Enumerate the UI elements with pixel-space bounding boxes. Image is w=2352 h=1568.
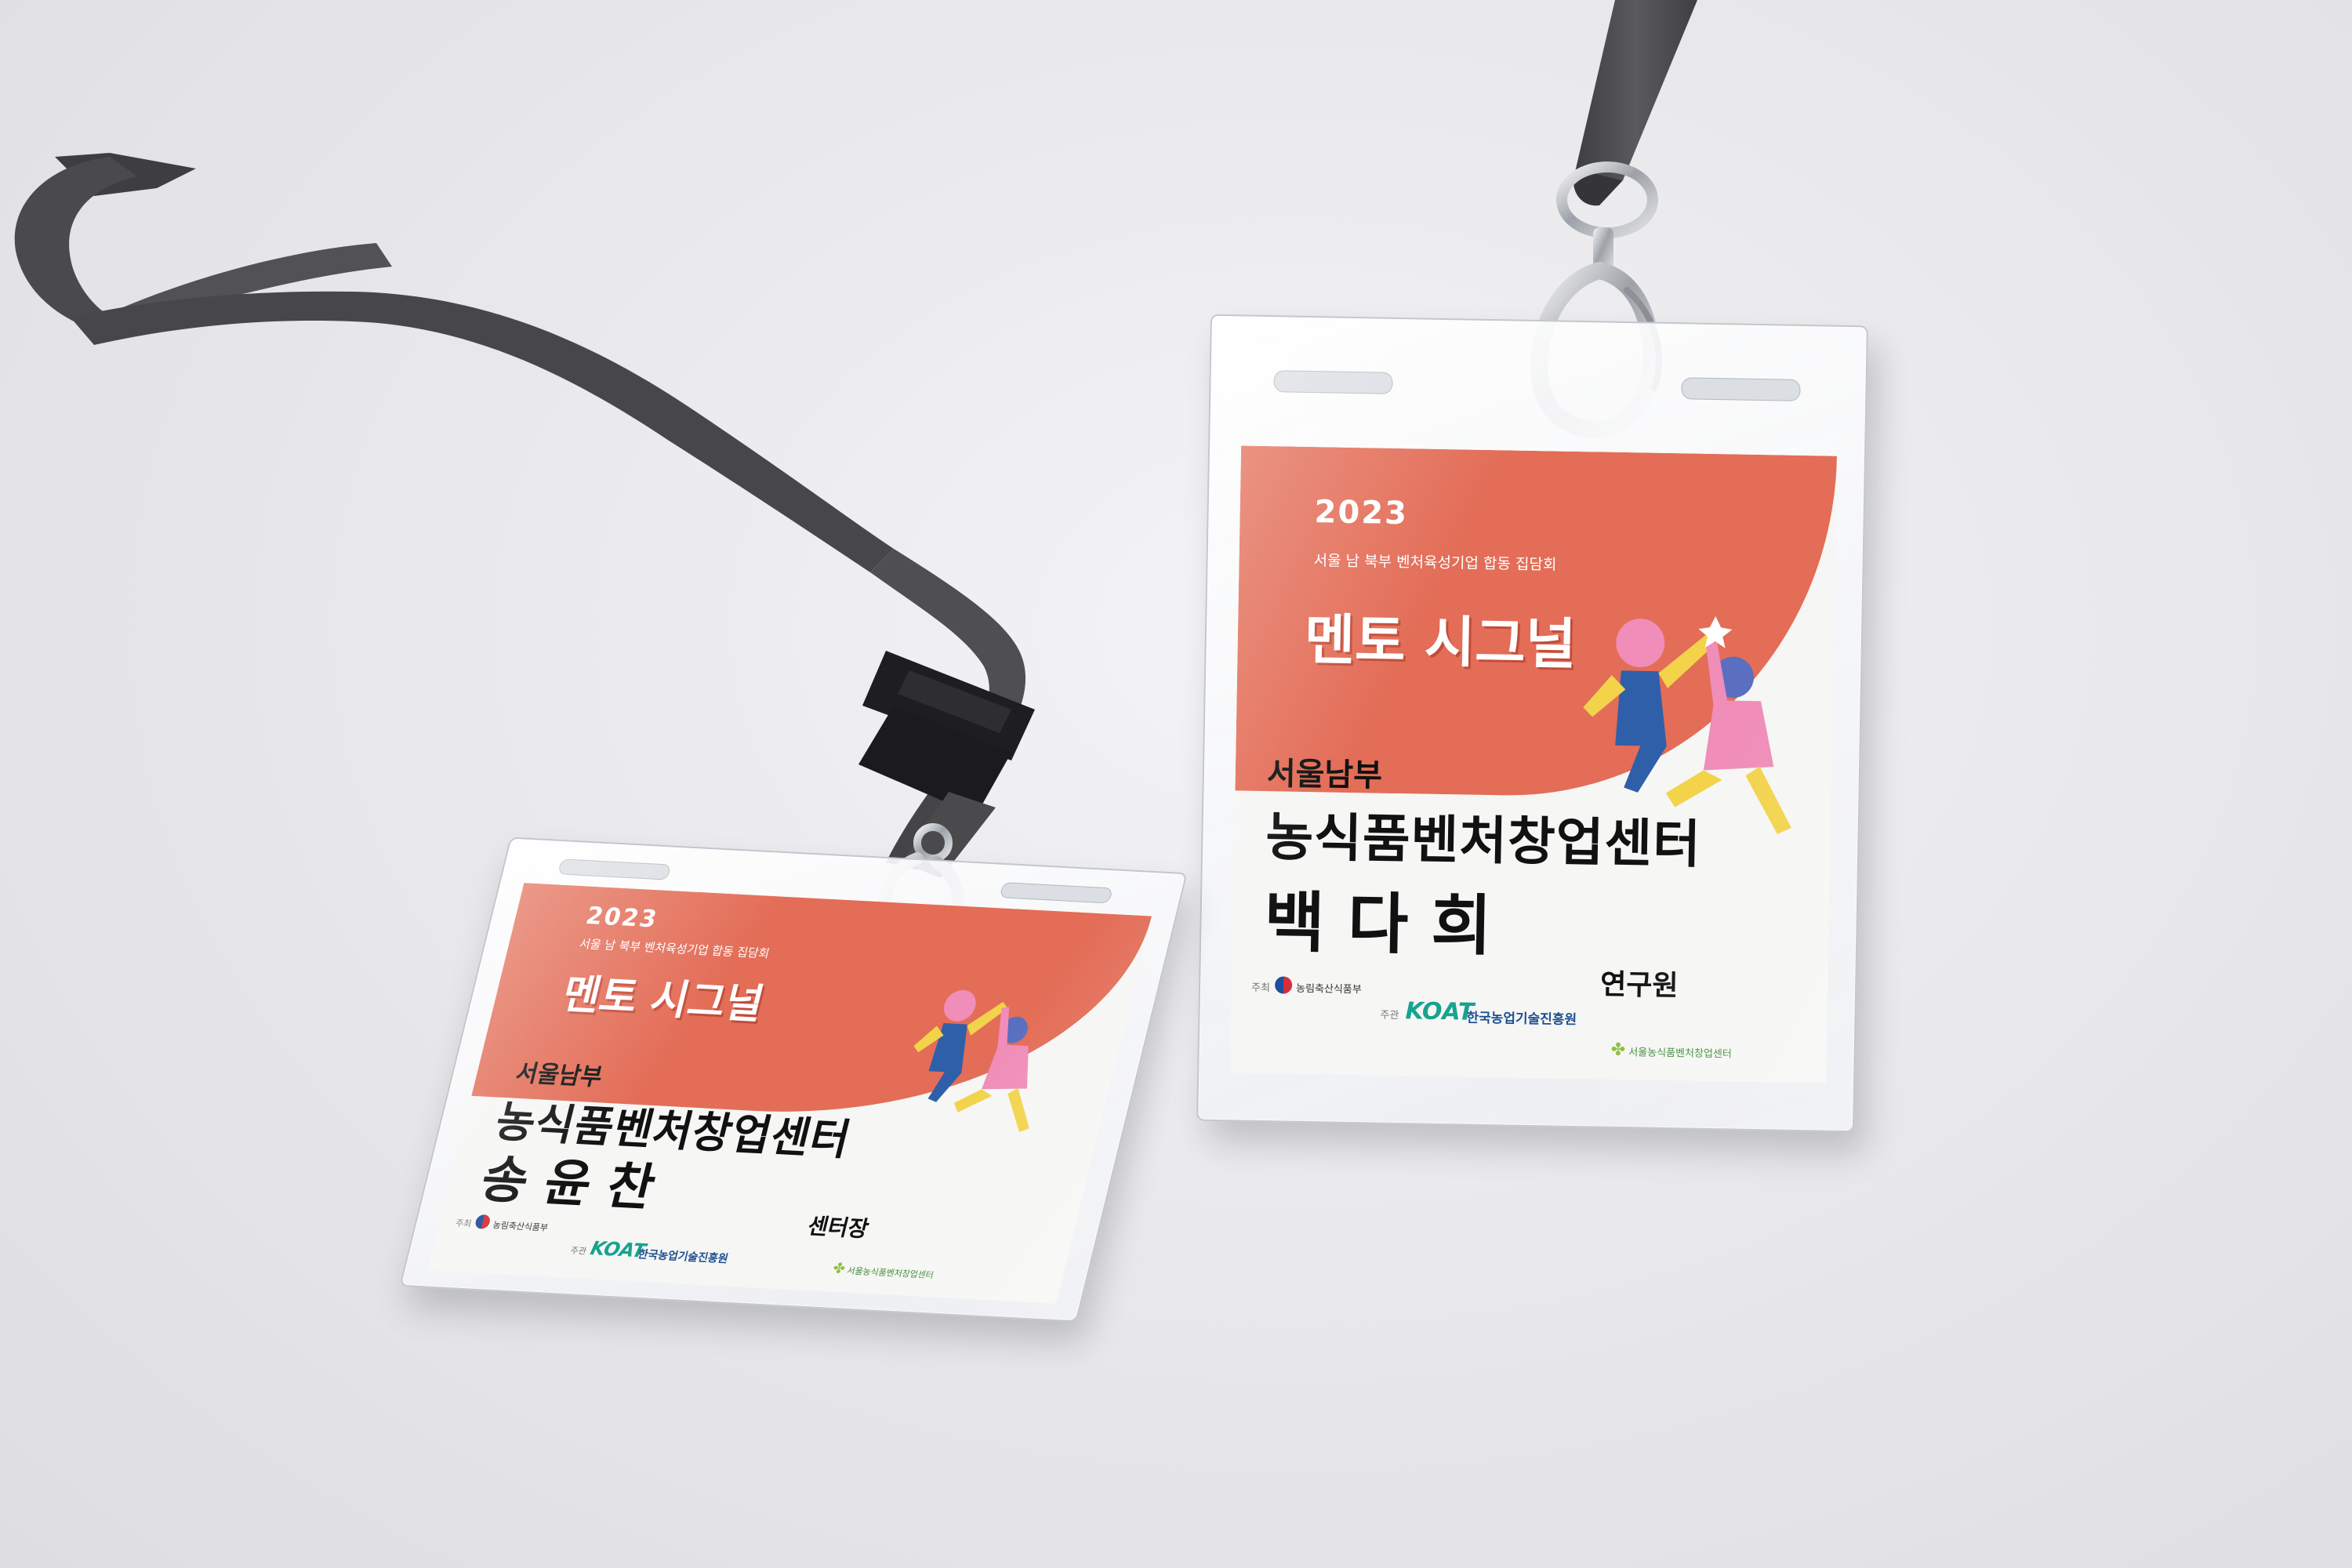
organization-region: 서울남부 [513, 1059, 605, 1092]
holder-slot-left [1273, 370, 1393, 394]
lanyard-layer [14, 0, 1697, 949]
host-label: 주최 [1250, 982, 1271, 995]
holder-slot-right [999, 882, 1113, 904]
event-subtitle: 서울 남 북부 벤처육성기업 합동 집담회 [1313, 552, 1557, 574]
organization-name: 농식품벤처창업센터 [1265, 807, 1702, 875]
person-name: 백 다 희 [1263, 884, 1493, 965]
badge-holder-right: 2023 서울 남 북부 벤처육성기업 합동 집담회 멘토 시그널 서울남부 농… [1196, 314, 1868, 1133]
organizer-name: 한국농업기술진흥원 [1466, 1010, 1577, 1029]
center-logo-icon: ✤ [1610, 1040, 1626, 1061]
person-role: 센터장 [804, 1213, 872, 1243]
event-year: 2023 [1314, 494, 1409, 532]
event-title: 멘토 시그널 [557, 971, 769, 1029]
center-logo-icon: ✤ [831, 1260, 848, 1278]
left-lanyard [14, 153, 1035, 949]
organizer-label: 주관 [569, 1245, 588, 1257]
center-logo: ✤ 서울농식품벤처창업센터 [831, 1260, 936, 1282]
holder-slot-right [1681, 377, 1801, 401]
organizer-label: 주관 [1380, 1009, 1399, 1022]
center-logo-text: 서울농식품벤처창업센터 [1628, 1047, 1732, 1061]
host-name: 농림축산식품부 [1295, 982, 1362, 996]
badge-card-left: 2023 서울 남 북부 벤처육성기업 합동 집담회 멘토 시그널 서울남부 농… [428, 883, 1152, 1304]
person-name: 송 윤 찬 [474, 1150, 661, 1218]
government-emblem-icon [1274, 976, 1293, 994]
badge-holder-left: 2023 서울 남 북부 벤처육성기업 합동 집담회 멘토 시그널 서울남부 농… [399, 837, 1188, 1323]
photo-scene: 2023 서울 남 북부 벤처육성기업 합동 집담회 멘토 시그널 서울남부 농… [0, 0, 2352, 1568]
holder-slot-left [557, 858, 672, 880]
organizer-name: 한국농업기술진흥원 [636, 1248, 730, 1266]
koat-logo: KOAT [1405, 997, 1475, 1026]
person-role: 연구원 [1599, 968, 1679, 1003]
host-name: 농림축산식품부 [492, 1220, 550, 1233]
center-logo: ✤ 서울농식품벤처창업센터 [1611, 1040, 1733, 1062]
event-year: 2023 [583, 902, 661, 934]
host-label: 주최 [454, 1218, 473, 1229]
organization-region: 서울남부 [1266, 756, 1383, 794]
event-title: 멘토 시그널 [1304, 607, 1577, 677]
center-logo-text: 서울농식품벤처창업센터 [845, 1265, 935, 1281]
badge-card-right: 2023 서울 남 북부 벤처육성기업 합동 집담회 멘토 시그널 서울남부 농… [1230, 445, 1838, 1083]
government-emblem-icon [474, 1214, 492, 1229]
